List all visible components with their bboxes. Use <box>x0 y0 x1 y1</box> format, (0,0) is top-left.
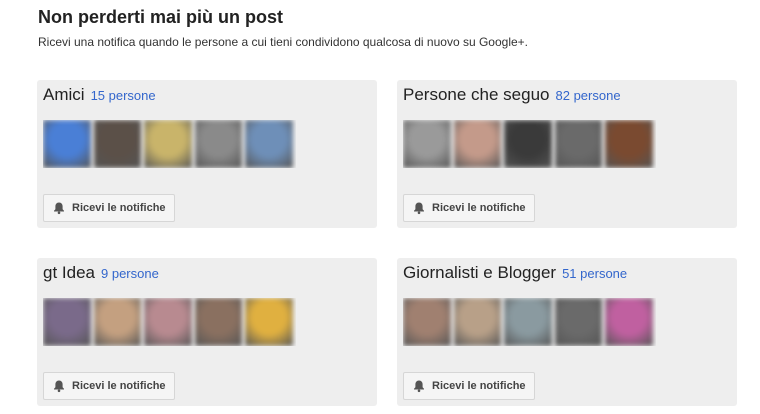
get-notifications-button[interactable]: Ricevi le notifiche <box>403 372 535 400</box>
member-avatar[interactable] <box>245 120 293 168</box>
circle-header: Amici 15 persone <box>43 85 156 105</box>
avatar-strip <box>43 120 296 168</box>
member-avatar[interactable] <box>403 120 451 168</box>
circle-card-amici: Amici 15 persone Ricevi le notifiche <box>37 80 377 228</box>
member-avatar[interactable] <box>554 120 603 168</box>
member-avatar[interactable] <box>194 298 243 346</box>
bell-icon <box>54 380 64 393</box>
circle-title: Persone che seguo <box>403 85 550 104</box>
get-notifications-label: Ricevi le notifiche <box>432 202 526 214</box>
avatar-strip <box>403 298 656 346</box>
circle-people-count-link[interactable]: 9 persone <box>101 266 159 281</box>
member-avatar[interactable] <box>43 120 91 168</box>
circle-people-count-link[interactable]: 82 persone <box>556 88 621 103</box>
get-notifications-button[interactable]: Ricevi le notifiche <box>43 194 175 222</box>
get-notifications-button[interactable]: Ricevi le notifiche <box>43 372 175 400</box>
get-notifications-label: Ricevi le notifiche <box>432 380 526 392</box>
get-notifications-label: Ricevi le notifiche <box>72 202 166 214</box>
member-avatar[interactable] <box>504 120 552 168</box>
avatar-strip <box>403 120 656 168</box>
circle-card-persone-che-seguo: Persone che seguo 82 persone Ricevi le no… <box>397 80 737 228</box>
page-title: Non perderti mai più un post <box>38 7 284 27</box>
circle-people-count-link[interactable]: 15 persone <box>91 88 156 103</box>
get-notifications-label: Ricevi le notifiche <box>72 380 166 392</box>
circle-header: gt Idea 9 persone <box>43 263 159 283</box>
get-notifications-button[interactable]: Ricevi le notifiche <box>403 194 535 222</box>
circle-title: gt Idea <box>43 263 95 282</box>
member-avatar[interactable] <box>245 298 293 346</box>
page-subtitle: Ricevi una notifica quando le persone a … <box>38 35 528 49</box>
member-avatar[interactable] <box>605 120 653 168</box>
circle-header: Giornalisti e Blogger 51 persone <box>403 263 627 283</box>
bell-icon <box>414 202 424 215</box>
member-avatar[interactable] <box>43 298 91 346</box>
circle-card-giornalisti-e-blogger: Giornalisti e Blogger 51 persone Ricevi l… <box>397 258 737 406</box>
member-avatar[interactable] <box>93 298 142 346</box>
member-avatar[interactable] <box>453 298 502 346</box>
circle-header: Persone che seguo 82 persone <box>403 85 621 105</box>
bell-icon <box>54 202 64 215</box>
bell-icon <box>414 380 424 393</box>
member-avatar[interactable] <box>144 298 192 346</box>
member-avatar[interactable] <box>504 298 552 346</box>
member-avatar[interactable] <box>605 298 653 346</box>
avatar-strip <box>43 298 296 346</box>
member-avatar[interactable] <box>453 120 502 168</box>
member-avatar[interactable] <box>194 120 243 168</box>
member-avatar[interactable] <box>554 298 603 346</box>
member-avatar[interactable] <box>144 120 192 168</box>
member-avatar[interactable] <box>93 120 142 168</box>
circle-title: Giornalisti e Blogger <box>403 263 557 282</box>
member-avatar[interactable] <box>403 298 451 346</box>
circle-card-gt-idea: gt Idea 9 persone Ricevi le notifiche <box>37 258 377 406</box>
circle-people-count-link[interactable]: 51 persone <box>562 266 627 281</box>
circle-title: Amici <box>43 85 85 104</box>
